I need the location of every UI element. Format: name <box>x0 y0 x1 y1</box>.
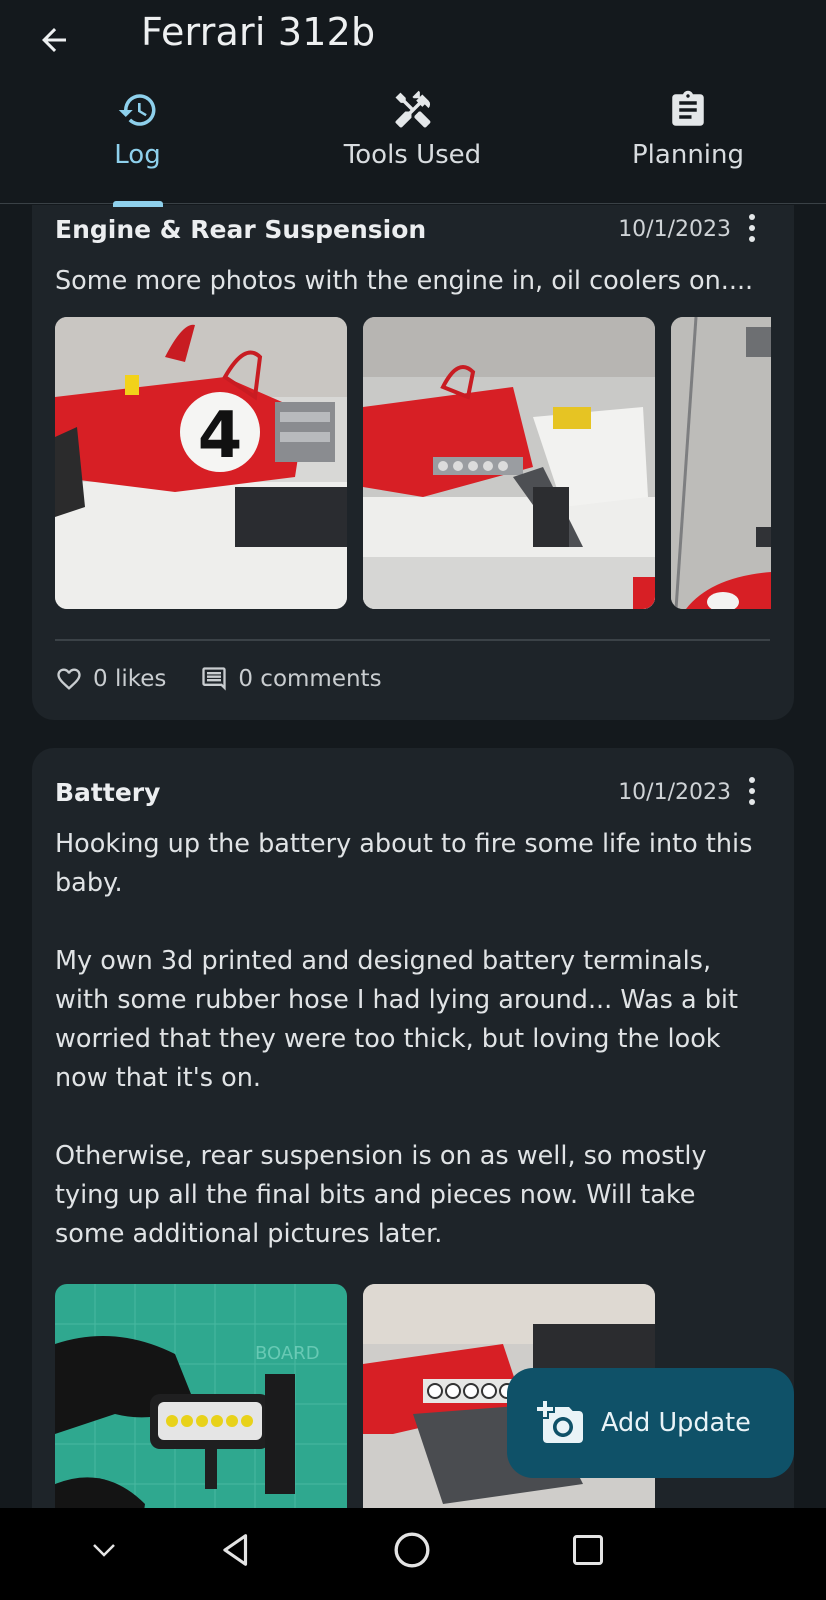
dot <box>749 799 755 805</box>
tab-log-label: Log <box>114 140 161 170</box>
dot <box>749 777 755 783</box>
page-title: Ferrari 312b <box>141 10 376 54</box>
ferrari-partial-photo[interactable] <box>671 317 771 609</box>
app-screen: Ferrari 312b Log Tools Used Planning Eng… <box>0 0 826 1600</box>
comment-icon <box>202 667 227 691</box>
svg-text:4: 4 <box>198 399 243 473</box>
entry-actions: 0 likes 0 comments <box>55 665 416 693</box>
chevron-down-icon[interactable] <box>84 1530 124 1570</box>
dot <box>749 214 755 220</box>
back-button[interactable] <box>34 20 74 60</box>
log-feed[interactable]: Engine & Rear Suspension 10/1/2023 Some … <box>0 205 826 1508</box>
heart-outline-icon <box>57 668 81 690</box>
ferrari-engine-bay-photo[interactable] <box>363 317 655 609</box>
entry-body: Some more photos with the engine in, oil… <box>55 266 754 296</box>
more-options-button[interactable] <box>740 213 764 243</box>
tab-bar: Log Tools Used Planning <box>0 82 826 207</box>
tools-icon <box>391 88 435 132</box>
more-options-button[interactable] <box>740 776 764 806</box>
home-circle-icon[interactable] <box>390 1528 434 1572</box>
tab-log[interactable]: Log <box>0 82 275 207</box>
log-entry-card[interactable]: Engine & Rear Suspension 10/1/2023 Some … <box>32 205 794 720</box>
add-update-label: Add Update <box>601 1408 751 1438</box>
entry-date: 10/1/2023 <box>618 217 731 242</box>
card-divider <box>55 639 770 641</box>
app-bar: Ferrari 312b Log Tools Used Planning <box>0 0 826 207</box>
back-triangle-icon[interactable] <box>214 1528 258 1572</box>
system-navigation-bar <box>0 1508 826 1600</box>
entry-title: Engine & Rear Suspension <box>55 215 427 244</box>
like-button[interactable]: 0 likes <box>55 665 166 693</box>
svg-text:BOARD: BOARD <box>255 1343 320 1364</box>
entry-body: Hooking up the battery about to fire som… <box>55 829 753 1249</box>
tab-tools-used[interactable]: Tools Used <box>275 82 550 204</box>
add-photo-icon <box>537 1401 583 1443</box>
tab-tools-used-label: Tools Used <box>343 140 482 170</box>
ferrari-red-side-number-4-photo[interactable]: 4 <box>55 317 347 609</box>
entry-title: Battery <box>55 778 161 807</box>
active-tab-indicator <box>112 201 163 207</box>
dot <box>749 236 755 242</box>
history-icon <box>116 88 160 132</box>
battery-on-cutting-mat-photo[interactable]: BOARD <box>55 1284 347 1508</box>
arrow-left-icon <box>42 28 66 52</box>
likes-count: 0 likes <box>93 666 167 692</box>
dot <box>749 788 755 794</box>
comments-count: 0 comments <box>238 666 382 692</box>
comment-button[interactable]: 0 comments <box>200 665 382 693</box>
entry-date: 10/1/2023 <box>618 780 731 805</box>
recents-square-icon[interactable] <box>566 1528 610 1572</box>
tab-planning-label: Planning <box>632 140 744 170</box>
clipboard-icon <box>666 88 710 132</box>
tab-planning[interactable]: Planning <box>550 82 826 204</box>
add-update-button[interactable]: Add Update <box>507 1368 794 1478</box>
dot <box>749 225 755 231</box>
